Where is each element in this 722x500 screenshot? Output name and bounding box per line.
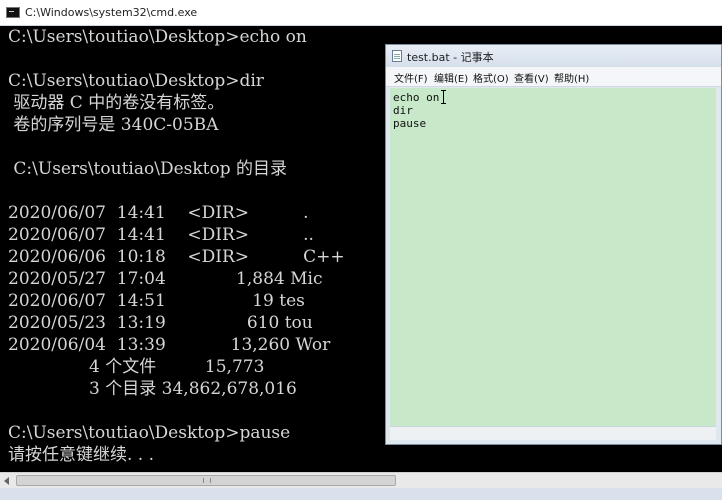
console-line: 2020/06/07 14:41 <DIR> . [8,203,309,223]
console-line: C:\Users\toutiao\Desktop>echo on [8,27,307,47]
text-line: pause [393,117,427,130]
console-line: C:\Users\toutiao\Desktop>pause [8,423,291,443]
cmd-horizontal-scrollbar[interactable] [0,472,722,488]
cmd-titlebar[interactable]: C:\Windows\system32\cmd.exe [0,0,722,26]
cmd-window-icon [6,7,20,18]
console-line: 4 个文件 15,773 [8,357,265,377]
console-line: 2020/06/07 14:41 <DIR> .. [8,225,314,245]
menu-help[interactable]: 帮助(H) [554,70,589,85]
notepad-menubar: 文件(F) 编辑(E) 格式(O) 查看(V) 帮助(H) [386,67,721,87]
menu-format[interactable]: 格式(O) [473,70,509,85]
console-line: 请按任意键继续. . . [8,445,155,465]
notepad-window[interactable]: test.bat - 记事本 文件(F) 编辑(E) 格式(O) 查看(V) 帮… [385,44,722,445]
menu-file[interactable]: 文件(F) [394,70,428,85]
console-line: 2020/05/23 13:19 610 tou [8,313,313,333]
console-line: 3 个目录 34,862,678,016 [8,379,297,399]
notepad-title: test.bat - 记事本 [407,51,494,64]
console-line: 2020/06/06 10:18 <DIR> C++ [8,247,345,267]
console-line: C:\Users\toutiao\Desktop>dir [8,71,264,91]
notepad-icon [392,50,402,62]
cmd-window-title: C:\Windows\system32\cmd.exe [25,6,198,19]
notepad-horizontal-scrollbar[interactable] [390,426,716,440]
text-line: echo on [393,91,440,104]
console-line: C:\Users\toutiao\Desktop 的目录 [8,159,288,179]
grip-icon [203,478,211,483]
cmd-scroll-thumb[interactable] [16,475,396,486]
scroll-left-arrow-icon[interactable] [4,477,9,485]
taskbar-strip [0,488,722,500]
notepad-titlebar[interactable]: test.bat - 记事本 [386,45,721,67]
console-line: 2020/05/27 17:04 1,884 Mic [8,269,323,289]
text-line: dir [393,104,413,117]
console-line: 2020/06/07 14:51 19 tes [8,291,305,311]
menu-view[interactable]: 查看(V) [514,70,549,85]
notepad-text-area[interactable]: echo on dir pause [390,88,716,426]
text-cursor-icon [441,90,447,104]
console-line: 卷的序列号是 340C-05BA [8,115,219,135]
console-line: 驱动器 C 中的卷没有标签。 [8,93,225,113]
menu-edit[interactable]: 编辑(E) [434,70,468,85]
console-line: 2020/06/04 13:39 13,260 Wor [8,335,331,355]
